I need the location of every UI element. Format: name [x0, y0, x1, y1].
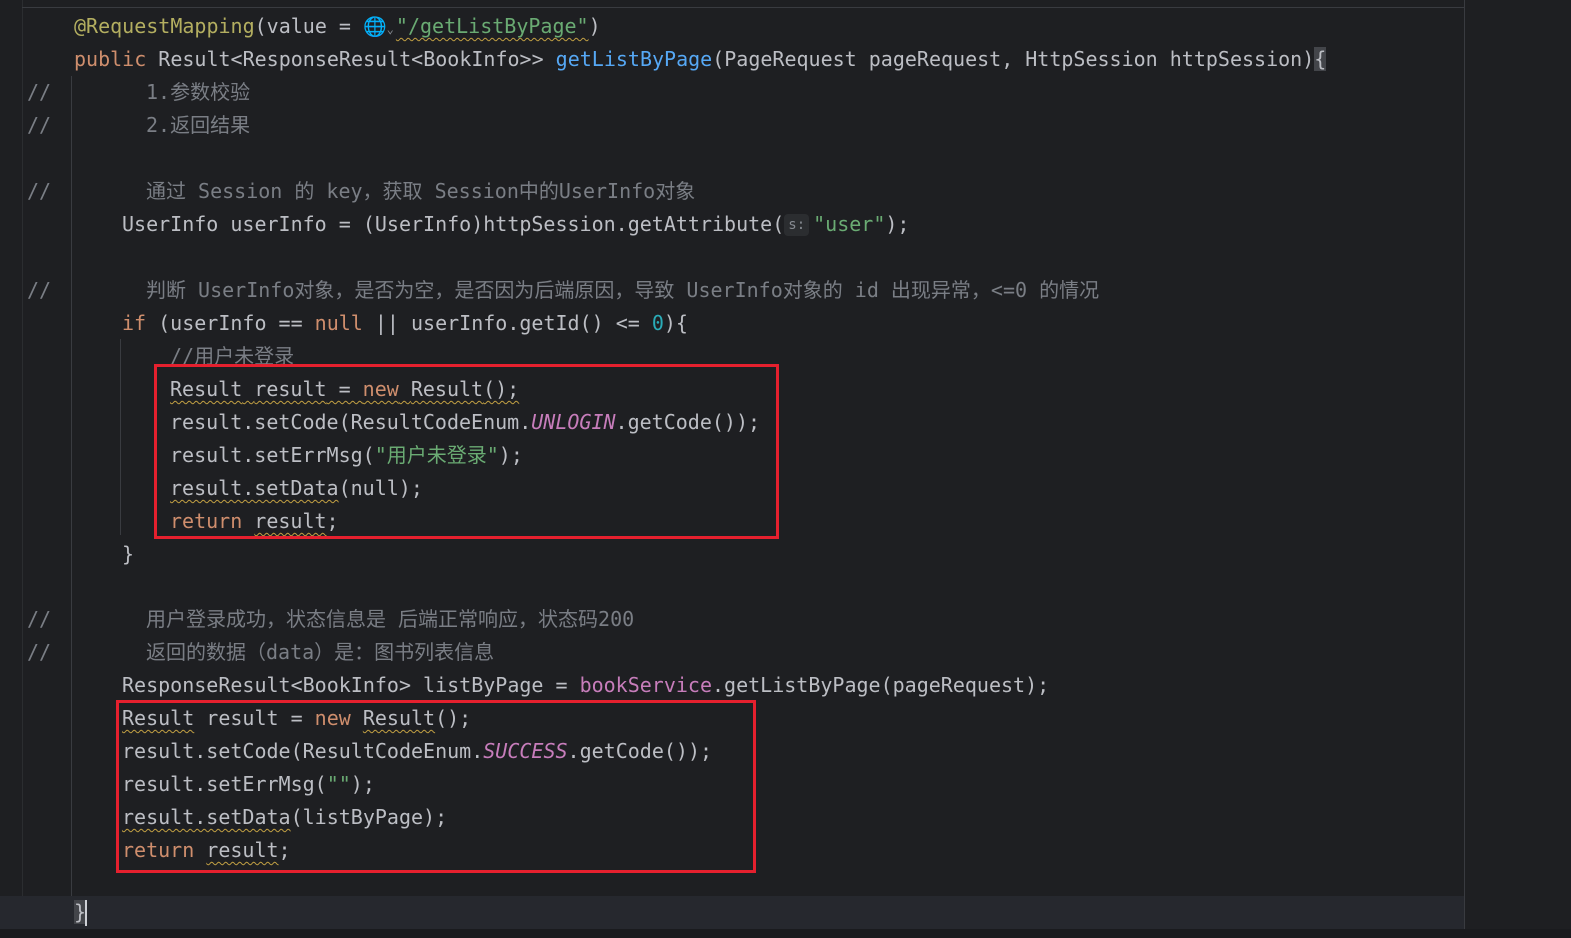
- field-token: bookService: [579, 673, 713, 697]
- gutter-comment-marker: //: [27, 278, 52, 302]
- gutter-comment-marker: //: [27, 640, 52, 664]
- code-line-method-signature[interactable]: public Result<ResponseResult<BookInfo>> …: [74, 43, 1327, 76]
- code-token: || userInfo.getId() <=: [362, 311, 652, 335]
- highlight-box-unlogin: [154, 364, 779, 539]
- code-line[interactable]: ResponseResult<BookInfo> listByPage = bo…: [122, 669, 1049, 702]
- comment-line: 2.返回结果: [146, 113, 251, 137]
- code-line-annotation[interactable]: @RequestMapping(value = 🌐⌄ "/getListByPag…: [74, 10, 601, 43]
- string-token: "user": [813, 212, 886, 236]
- code-token: ){: [663, 311, 688, 335]
- gutter-comment-marker: //: [27, 80, 52, 104]
- code-token: Result<ResponseResult<BookInfo>>: [146, 47, 556, 71]
- comment-line: 用户登录成功，状态信息是 后端正常响应，状态码200: [146, 607, 635, 631]
- matched-brace: {: [1314, 47, 1327, 71]
- code-token: .getListByPage(pageRequest);: [712, 673, 1050, 697]
- code-token: (value =: [254, 14, 363, 38]
- chevron-down-icon[interactable]: ⌄: [387, 22, 394, 36]
- comment-line: 通过 Session 的 key，获取 Session中的UserInfo对象: [146, 179, 696, 203]
- keyword-token: if: [122, 311, 147, 335]
- endpoint-path-string: "/getListByPage": [395, 14, 589, 38]
- gutter-border: [22, 0, 23, 938]
- code-token: (userInfo ==: [146, 311, 315, 335]
- parameter-hint: s:: [784, 214, 810, 236]
- gutter-comment-marker: //: [27, 179, 52, 203]
- text-cursor: [85, 900, 87, 926]
- code-line-if[interactable]: if (userInfo == null || userInfo.getId()…: [122, 307, 688, 340]
- keyword-token: public: [74, 47, 147, 71]
- comment-line: 1.参数校验: [146, 80, 251, 104]
- indent-guide: [120, 339, 121, 535]
- method-name-token: getListByPage: [555, 47, 713, 71]
- code-editor[interactable]: // // // // // // @RequestMapping(value …: [0, 0, 1571, 938]
- indent-guide: [71, 76, 72, 896]
- globe-icon[interactable]: 🌐: [363, 16, 387, 38]
- code-token: ResponseResult<BookInfo> listByPage =: [122, 673, 580, 697]
- annotation-token: @RequestMapping: [74, 14, 255, 38]
- comment-line: 判断 UserInfo对象，是否为空，是否因为后端原因，导致 UserInfo对…: [146, 278, 1100, 302]
- gutter-comment-marker: //: [27, 113, 52, 137]
- closing-brace[interactable]: }: [122, 538, 134, 571]
- editor-bottom-strip: [0, 929, 1571, 938]
- keyword-token: null: [314, 311, 363, 335]
- code-token: ): [588, 14, 601, 38]
- code-token: UserInfo userInfo = (UserInfo)httpSessio…: [122, 212, 785, 236]
- current-line-highlight: [0, 896, 1464, 929]
- right-margin-guide: [1464, 0, 1465, 938]
- top-border: [22, 7, 1464, 8]
- comment-line: 返回的数据（data）是：图书列表信息: [146, 640, 495, 664]
- code-token: );: [885, 212, 910, 236]
- highlight-box-success: [116, 700, 756, 873]
- code-line-get-attribute[interactable]: UserInfo userInfo = (UserInfo)httpSessio…: [122, 208, 909, 241]
- number-token: 0: [651, 311, 664, 335]
- code-token: (PageRequest pageRequest, HttpSession ht…: [712, 47, 1315, 71]
- gutter-comment-marker: //: [27, 607, 52, 631]
